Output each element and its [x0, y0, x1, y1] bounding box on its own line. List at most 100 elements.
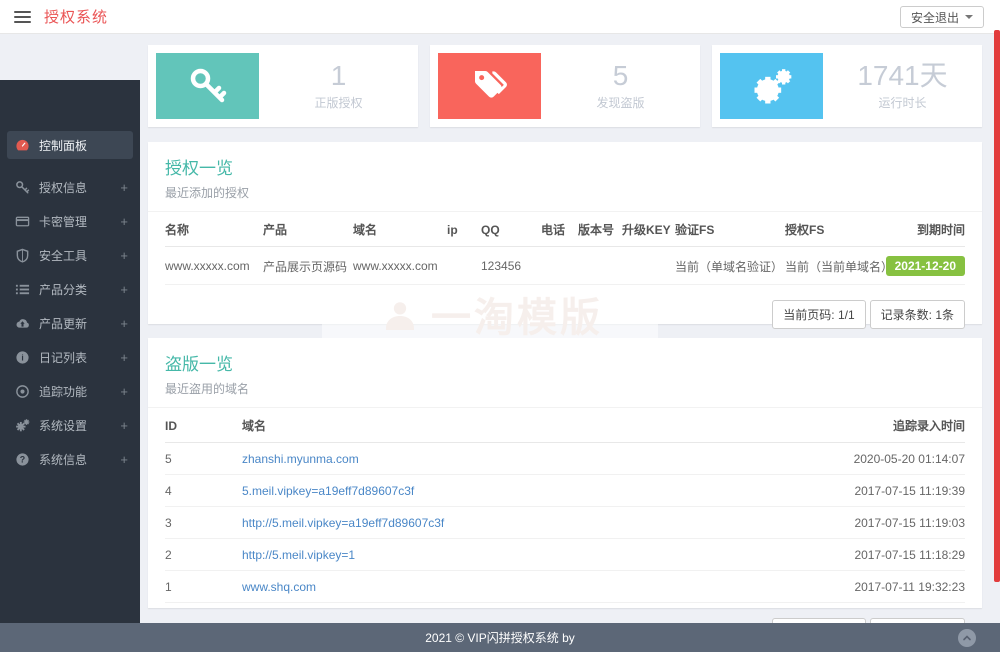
pirated-domain-link[interactable]: http://5.meil.vipkey=a19eff7d89607c3f — [242, 516, 444, 530]
sidebar-item-label: 控制面板 — [39, 138, 88, 153]
question-icon: ? — [15, 452, 30, 467]
hamburger-menu-icon[interactable] — [14, 10, 31, 23]
panel-title: 授权一览 — [165, 159, 233, 178]
sidebar-item-label: 授权信息 — [39, 180, 88, 195]
sidebar-item-dashboard[interactable]: 控制面板 — [7, 131, 133, 159]
pirated-domain-link[interactable]: zhanshi.myunma.com — [242, 452, 359, 466]
chevron-down-icon — [965, 15, 973, 19]
col-header: 电话 — [541, 212, 578, 247]
cell-id: 5 — [165, 442, 242, 475]
sidebar-nav: 控制面板 授权信息 + 卡密管理 + 安全工具 + 产品分类 + 产品更新 + — [0, 80, 140, 624]
sidebar-item-label: 系统信息 — [39, 452, 88, 467]
pirated-domain-link[interactable]: www.shq.com — [242, 580, 316, 594]
app-title: 授权系统 — [44, 9, 109, 26]
table-row: 2 http://5.meil.vipkey=1 2017-07-15 11:1… — [165, 538, 965, 571]
sidebar-item-security-tools[interactable]: 安全工具 + — [0, 238, 140, 272]
sidebar-item-product-update[interactable]: 产品更新 + — [0, 306, 140, 340]
cell-auth-fs: 当前（当前单域名） — [785, 246, 885, 285]
list-icon — [15, 282, 30, 297]
page-number-button[interactable]: 当前页码: 1/1 — [772, 300, 866, 329]
table-header-row: 名称 产品 域名 ip QQ 电话 版本号 升级KEY 验证FS 授权FS 到期… — [165, 212, 965, 247]
stat-value: 5 — [612, 59, 629, 91]
svg-text:?: ? — [20, 454, 25, 464]
authorized-panel: 授权一览 最近添加的授权 名称 产品 域名 ip QQ 电话 版本号 升级KEY… — [148, 142, 982, 329]
col-header: ID — [165, 408, 242, 443]
sidebar-item-product-category[interactable]: 产品分类 + — [0, 272, 140, 306]
sidebar-item-card-mgmt[interactable]: 卡密管理 + — [0, 204, 140, 238]
key-icon — [15, 180, 30, 195]
sidebar-item-tracking[interactable]: 追踪功能 + — [0, 374, 140, 408]
gears-icon — [15, 418, 30, 433]
pirated-table: ID 域名 追踪录入时间 5 zhanshi.myunma.com 2020-0… — [165, 408, 965, 603]
pagination: 当前页码: 1/1 记录条数: 1条 — [165, 300, 965, 329]
expand-plus-icon[interactable]: + — [120, 316, 128, 331]
chevron-up-icon — [963, 634, 971, 640]
top-header: 授权系统 安全退出 — [0, 0, 1000, 34]
col-header: 产品 — [263, 212, 353, 247]
expand-plus-icon[interactable]: + — [120, 418, 128, 433]
cell-time: 2017-07-15 11:19:03 — [815, 506, 965, 539]
key-icon — [156, 53, 259, 119]
sidebar-item-system-settings[interactable]: 系统设置 + — [0, 408, 140, 442]
expand-plus-icon[interactable]: + — [120, 350, 128, 365]
cell-qq: 123456 — [481, 246, 541, 285]
cell-id: 1 — [165, 570, 242, 603]
cell-name: www.xxxxx.com — [165, 246, 263, 285]
back-to-top-button[interactable] — [958, 628, 976, 647]
expand-plus-icon[interactable]: + — [120, 180, 128, 195]
stat-cards-row: 1 正版授权 5 发现盗版 1741天 运行时长 — [148, 45, 982, 127]
cell-verify-fs: 当前（单域名验证） — [675, 246, 785, 285]
col-header: 追踪录入时间 — [815, 408, 965, 443]
expand-plus-icon[interactable]: + — [120, 214, 128, 229]
pirated-domain-link[interactable]: 5.meil.vipkey=a19eff7d89607c3f — [242, 484, 414, 498]
col-header: 名称 — [165, 212, 263, 247]
sidebar-item-label: 卡密管理 — [39, 214, 88, 229]
cell-upgrade-key — [622, 246, 675, 285]
cell-time: 2017-07-15 11:18:29 — [815, 538, 965, 571]
sidebar-item-label: 安全工具 — [39, 248, 88, 263]
pirated-panel: 盗版一览 最近盗用的域名 ID 域名 追踪录入时间 5 zhanshi.myun… — [148, 338, 982, 647]
table-row: 5 zhanshi.myunma.com 2020-05-20 01:14:07 — [165, 442, 965, 475]
col-header: 域名 — [353, 212, 447, 247]
sidebar-item-auth-info[interactable]: 授权信息 + — [0, 170, 140, 204]
stat-card-pirated: 5 发现盗版 — [430, 45, 700, 127]
sidebar-item-system-info[interactable]: ? 系统信息 + — [0, 442, 140, 476]
col-header: ip — [447, 212, 481, 247]
panel-subtitle: 最近盗用的域名 — [165, 382, 250, 396]
col-header: 域名 — [242, 408, 815, 443]
col-header: 到期时间 — [885, 212, 965, 247]
sidebar-item-label: 日记列表 — [39, 350, 88, 365]
expand-plus-icon[interactable]: + — [120, 384, 128, 399]
logout-button[interactable]: 安全退出 — [899, 6, 984, 28]
cell-domain: www.xxxxx.com — [353, 246, 447, 285]
target-icon — [15, 384, 30, 399]
sidebar-item-label: 产品更新 — [39, 316, 88, 331]
page-scrollbar-thumb[interactable] — [994, 30, 1000, 582]
shield-icon — [15, 248, 30, 263]
record-count-button[interactable]: 记录条数: 1条 — [869, 300, 965, 329]
info-icon: i — [15, 350, 30, 365]
cell-time: 2017-07-11 19:32:23 — [815, 570, 965, 603]
panel-subtitle: 最近添加的授权 — [165, 186, 250, 200]
table-row: 3 http://5.meil.vipkey=a19eff7d89607c3f … — [165, 506, 965, 539]
col-header: 升级KEY — [622, 212, 675, 247]
cell-product: 产品展示页源码 — [263, 246, 353, 285]
stat-value: 1 — [330, 59, 347, 91]
col-header: QQ — [481, 212, 541, 247]
sidebar-item-log-list[interactable]: i 日记列表 + — [0, 340, 140, 374]
stat-label: 正版授权 — [314, 96, 363, 111]
gears-icon — [720, 53, 823, 119]
col-header: 授权FS — [785, 212, 885, 247]
expand-plus-icon[interactable]: + — [120, 282, 128, 297]
expand-plus-icon[interactable]: + — [120, 248, 128, 263]
sidebar-item-label: 系统设置 — [39, 418, 88, 433]
stat-card-authorized: 1 正版授权 — [148, 45, 418, 127]
cell-id: 4 — [165, 474, 242, 507]
stat-card-uptime: 1741天 运行时长 — [712, 45, 982, 127]
card-icon — [15, 214, 30, 229]
panel-title: 盗版一览 — [165, 355, 233, 374]
expand-plus-icon[interactable]: + — [120, 452, 128, 467]
logout-label: 安全退出 — [910, 10, 959, 25]
pirated-domain-link[interactable]: http://5.meil.vipkey=1 — [242, 548, 355, 562]
stat-label: 运行时长 — [878, 96, 927, 111]
